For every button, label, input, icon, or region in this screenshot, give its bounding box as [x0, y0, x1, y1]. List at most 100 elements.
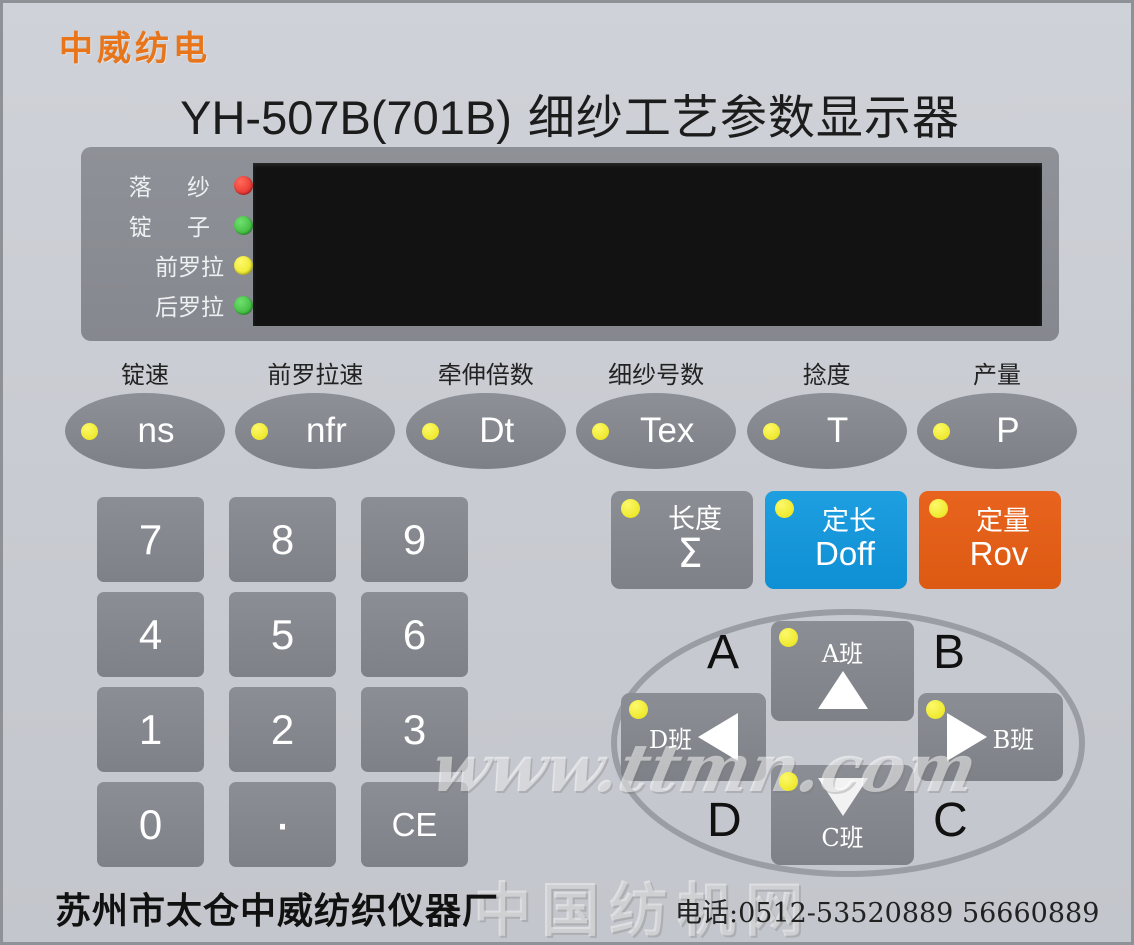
function-button-ns[interactable]: ns — [65, 393, 225, 469]
brand-logo: 中威纺电 — [59, 29, 211, 69]
indicator-label: 后罗拉 — [155, 295, 224, 321]
function-code: Dt — [479, 411, 515, 450]
function-button-t[interactable]: T — [746, 393, 907, 469]
led-indicator-icon — [926, 700, 945, 719]
dpad-label-left: D班 — [648, 725, 693, 754]
led-indicator-icon — [779, 772, 798, 791]
function-button-nfr[interactable]: nfr — [235, 393, 396, 469]
corner-label-a: A — [707, 626, 740, 679]
function-code: T — [826, 411, 849, 450]
dpad-button-right[interactable]: B班 — [918, 693, 1063, 781]
function-code: Tex — [639, 411, 695, 450]
function-caption: 牵伸倍数 — [437, 361, 534, 389]
mode-label-en: Doff — [815, 535, 875, 573]
title-chinese: 细纱工艺参数显示器 — [511, 91, 960, 146]
function-code: P — [996, 411, 1020, 450]
function-cell-tex: 细纱号数 Tex — [576, 355, 737, 475]
key-5[interactable]: 5 — [229, 592, 336, 677]
arrow-left-icon — [698, 713, 739, 761]
key-1[interactable]: 1 — [97, 687, 204, 772]
led-indicator-icon — [421, 423, 439, 440]
function-button-tex[interactable]: Tex — [576, 393, 737, 469]
arrow-right-icon — [946, 713, 987, 761]
function-code: nfr — [305, 411, 347, 450]
dpad-button-left[interactable]: D班 — [621, 693, 766, 781]
led-spindle-icon — [234, 215, 253, 235]
mode-label-cn: 定长 — [822, 505, 876, 537]
indicator-front-roller: 前罗拉 — [103, 245, 253, 285]
indicator-label: 前罗拉 — [155, 255, 224, 281]
mode-label-cn: 长度 — [668, 503, 722, 535]
function-caption: 产量 — [972, 361, 1021, 389]
key-8[interactable]: 8 — [229, 497, 336, 582]
arrow-down-icon — [817, 777, 868, 816]
key-6[interactable]: 6 — [361, 592, 468, 677]
corner-label-b: B — [933, 626, 966, 679]
mode-label-en: Rov — [969, 535, 1029, 573]
function-code: ns — [137, 411, 175, 450]
led-indicator-icon — [929, 499, 948, 518]
mode-label-cn: 定量 — [976, 505, 1030, 537]
indicator-spindle: 锭 子 — [103, 205, 253, 245]
led-doffing-icon — [234, 175, 253, 195]
led-back-roller-icon — [234, 295, 253, 315]
numeric-keypad: 7 8 9 4 5 6 1 2 3 0 · CE — [97, 497, 469, 869]
indicator-doffing: 落 纱 — [103, 165, 253, 205]
led-front-roller-icon — [234, 255, 253, 275]
mode-button-row: 长度 Σ 定长 Doff 定量 Rov — [611, 491, 1061, 589]
function-caption: 捻度 — [802, 361, 851, 389]
function-cell-t: 捻度 T — [746, 355, 907, 475]
dpad-label-right: B班 — [992, 725, 1035, 754]
key-0[interactable]: 0 — [97, 782, 204, 867]
device-panel: 中威纺电 YH-507B(701B) 细纱工艺参数显示器 落 纱 锭 子 前罗拉… — [0, 0, 1134, 945]
sigma-icon: Σ — [677, 531, 703, 578]
arrow-up-icon — [817, 670, 868, 709]
mode-button-length[interactable]: 长度 Σ — [611, 491, 753, 589]
led-indicator-icon — [592, 423, 610, 440]
led-indicator-icon — [621, 499, 640, 518]
function-button-row: 锭速 ns 前罗拉速 nfr 牵伸倍数 Dt 细纱号数 Tex 捻度 T 产量 … — [65, 355, 1077, 475]
function-cell-ns: 锭速 ns — [65, 355, 225, 475]
led-indicator-icon — [779, 628, 798, 647]
corner-label-d: D — [707, 794, 742, 847]
shift-dpad-zone: A B D C A班 C班 D班 B班 — [611, 609, 1085, 877]
led-indicator-icon — [81, 423, 98, 440]
dpad-label-up: A班 — [821, 639, 864, 668]
key-9[interactable]: 9 — [361, 497, 468, 582]
key-ce[interactable]: CE — [361, 782, 468, 867]
function-button-p[interactable]: P — [916, 393, 1077, 469]
indicator-column: 落 纱 锭 子 前罗拉 后罗拉 — [103, 165, 253, 325]
lcd-screen — [253, 163, 1042, 326]
indicator-label: 锭 子 — [128, 215, 224, 241]
company-name: 苏州市太仓中威纺织仪器厂 — [55, 891, 500, 932]
dpad-button-up[interactable]: A班 — [771, 621, 914, 721]
page-title: YH-507B(701B) 细纱工艺参数显示器 — [3, 79, 1131, 148]
led-indicator-icon — [629, 700, 648, 719]
led-indicator-icon — [251, 423, 269, 440]
key-3[interactable]: 3 — [361, 687, 468, 772]
function-caption: 细纱号数 — [608, 361, 705, 389]
function-cell-dt: 牵伸倍数 Dt — [405, 355, 566, 475]
key-4[interactable]: 4 — [97, 592, 204, 677]
display-bezel: 落 纱 锭 子 前罗拉 后罗拉 — [81, 147, 1059, 341]
corner-label-c: C — [933, 794, 968, 847]
key-7[interactable]: 7 — [97, 497, 204, 582]
function-caption: 前罗拉速 — [267, 361, 364, 389]
mode-button-doff[interactable]: 定长 Doff — [765, 491, 907, 589]
mode-button-rov[interactable]: 定量 Rov — [919, 491, 1061, 589]
function-button-dt[interactable]: Dt — [405, 393, 566, 469]
model-number: YH-507B(701B) — [180, 91, 512, 144]
indicator-back-roller: 后罗拉 — [103, 285, 253, 325]
key-decimal[interactable]: · — [229, 782, 336, 867]
function-cell-p: 产量 P — [916, 355, 1077, 475]
indicator-label: 落 纱 — [128, 175, 224, 201]
dpad-label-down: C班 — [821, 823, 864, 852]
phone-number: 电话:0512-53520889 56660889 — [675, 898, 1100, 929]
key-2[interactable]: 2 — [229, 687, 336, 772]
led-indicator-icon — [762, 423, 780, 440]
led-indicator-icon — [775, 499, 794, 518]
function-caption: 锭速 — [121, 361, 169, 389]
function-cell-nfr: 前罗拉速 nfr — [235, 355, 396, 475]
led-indicator-icon — [932, 423, 950, 440]
dpad-button-down[interactable]: C班 — [771, 765, 914, 865]
